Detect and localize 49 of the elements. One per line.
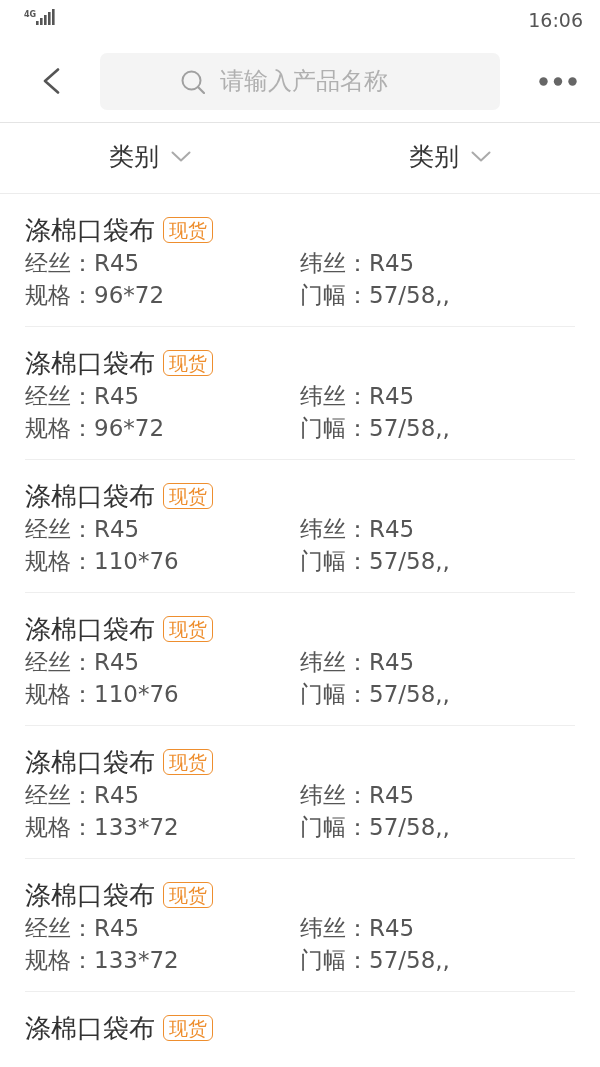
clock-time: 16:06 xyxy=(528,8,583,32)
network-label: 4G xyxy=(24,10,37,19)
product-spec: 经丝：R45 xyxy=(25,382,141,411)
product-spec: 纬丝：R45 xyxy=(300,249,416,278)
chevron-down-icon xyxy=(471,150,491,162)
product-spec: 规格：96*72 xyxy=(25,281,166,310)
product-spec: 纬丝：R45 xyxy=(300,781,416,810)
product-spec: 门幅：57/58,, xyxy=(300,813,451,842)
product-spec: 经丝：R45 xyxy=(25,914,141,943)
signal-icon xyxy=(36,8,57,25)
more-icon xyxy=(539,76,577,86)
product-title[interactable]: 涤棉口袋布 xyxy=(25,612,155,646)
product-spec: 经丝：R45 xyxy=(25,249,141,278)
product-spec: 规格：110*76 xyxy=(25,547,180,576)
product-spec: 门幅：57/58,, xyxy=(300,946,451,975)
stock-tag: 现货 xyxy=(163,616,213,642)
stock-tag: 现货 xyxy=(163,483,213,509)
product-spec: 纬丝：R45 xyxy=(300,382,416,411)
chevron-down-icon xyxy=(171,150,191,162)
category-filter[interactable]: 类别 xyxy=(109,139,191,177)
product-spec: 纬丝：R45 xyxy=(300,648,416,677)
product-spec: 纬丝：R45 xyxy=(300,515,416,544)
product-spec: 经丝：R45 xyxy=(25,648,141,677)
product-spec: 门幅：57/58,, xyxy=(300,281,451,310)
product-spec: 门幅：57/58,, xyxy=(300,680,451,709)
product-title[interactable]: 涤棉口袋布 xyxy=(25,479,155,513)
search-field[interactable]: 请输入产品名称 xyxy=(100,52,500,110)
product-title[interactable]: 涤棉口袋布 xyxy=(25,745,155,779)
product-title[interactable]: 涤棉口袋布 xyxy=(25,1011,155,1045)
stock-tag: 现货 xyxy=(163,350,213,376)
product-title[interactable]: 涤棉口袋布 xyxy=(25,213,155,247)
product-title[interactable]: 涤棉口袋布 xyxy=(25,346,155,380)
product-spec: 经丝：R45 xyxy=(25,515,141,544)
search-icon xyxy=(181,69,205,94)
product-spec: 门幅：57/58,, xyxy=(300,414,451,443)
product-spec: 规格：110*76 xyxy=(25,680,180,709)
stock-tag: 现货 xyxy=(163,1015,213,1041)
stock-tag: 现货 xyxy=(163,882,213,908)
product-spec: 规格：96*72 xyxy=(25,414,166,443)
stock-tag: 现货 xyxy=(163,749,213,775)
stock-tag: 现货 xyxy=(163,217,213,243)
product-spec: 规格：133*72 xyxy=(25,813,180,842)
product-spec: 经丝：R45 xyxy=(25,781,141,810)
product-spec: 门幅：57/58,, xyxy=(300,547,451,576)
category-filter[interactable]: 类别 xyxy=(409,139,491,177)
product-title[interactable]: 涤棉口袋布 xyxy=(25,878,155,912)
product-spec: 规格：133*72 xyxy=(25,946,180,975)
back-icon xyxy=(42,68,60,94)
product-spec: 纬丝：R45 xyxy=(300,914,416,943)
